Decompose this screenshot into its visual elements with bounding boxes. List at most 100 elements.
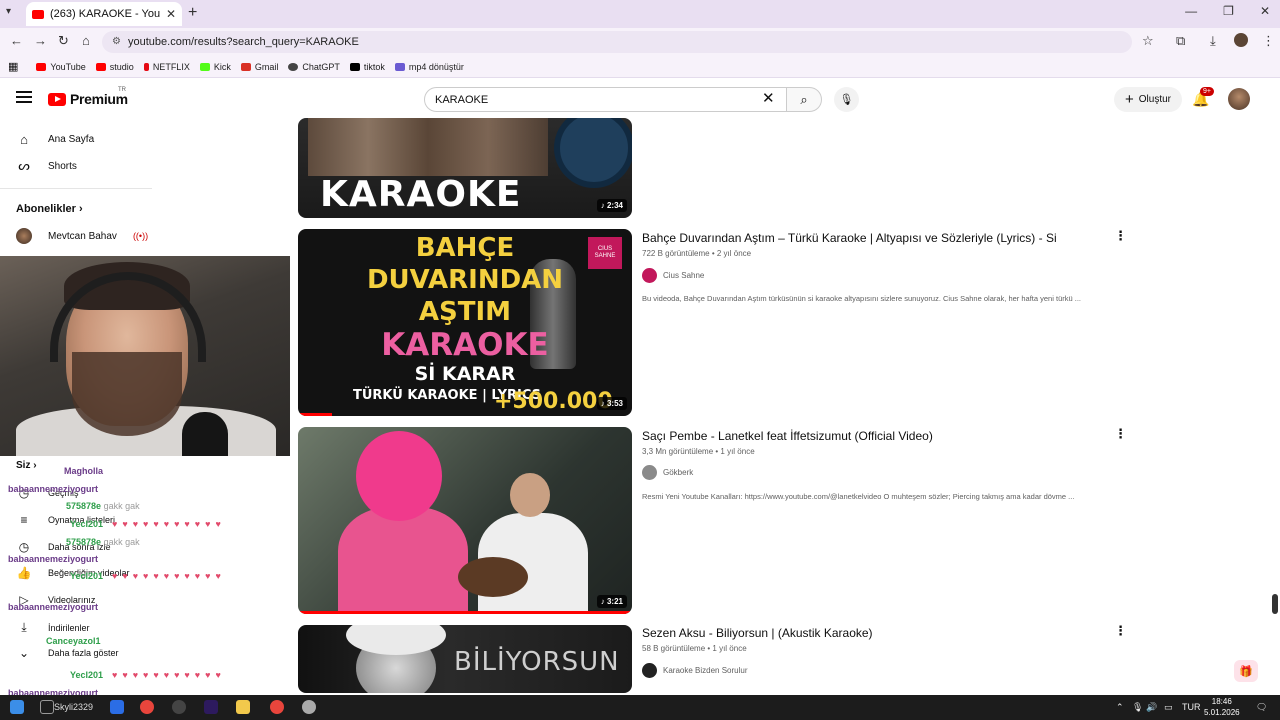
video-description: Resmi Yeni Youtube Kanalları: https://ww… — [642, 492, 1075, 501]
video-menu-icon[interactable]: ⋮ — [1114, 426, 1127, 442]
video-meta: 58 B görüntüleme • 1 yıl önce — [642, 644, 747, 653]
gift-icon[interactable]: 🎁 — [1234, 660, 1258, 682]
video-title[interactable]: Sezen Aksu - Biliyorsun | (Akustik Karao… — [642, 626, 873, 640]
video-meta: 722 B görüntüleme • 2 yıl önce — [642, 249, 752, 258]
video-menu-icon[interactable]: ⋮ — [1114, 228, 1127, 244]
close-tab-icon[interactable]: ✕ — [166, 7, 176, 21]
create-button[interactable]: + Oluştur — [1114, 87, 1182, 112]
chrome-icon[interactable] — [270, 700, 284, 714]
thumbnail-art — [338, 507, 468, 614]
sidebar-item-shorts[interactable]: ᔕ Shorts — [16, 156, 77, 176]
tab-search-icon[interactable]: ▾ — [6, 6, 11, 17]
thumbnail-text: KARAOKE — [381, 327, 549, 363]
youtube-icon — [36, 62, 47, 71]
reload-icon[interactable]: ↻ — [58, 33, 69, 49]
bookmark-kick[interactable]: Kick — [199, 62, 231, 72]
home-browser-icon[interactable]: ⌂ — [82, 33, 90, 48]
youtube-play-icon — [48, 92, 66, 106]
watch-progress — [298, 413, 332, 416]
forward-icon[interactable]: → — [34, 33, 47, 48]
folder-icon[interactable] — [236, 700, 250, 714]
site-info-icon[interactable]: ⚙ — [112, 36, 121, 47]
chrome-icon[interactable] — [140, 700, 154, 714]
sidebar-item-label: Shorts — [48, 160, 77, 172]
chatgpt-icon — [288, 62, 299, 71]
menu-icon[interactable] — [16, 91, 32, 103]
video-thumbnail[interactable]: KARAOKE ♪ 2:34 — [298, 118, 632, 218]
bookmark-star-icon[interactable]: ☆ — [1142, 33, 1154, 49]
browser-tab[interactable]: (263) KARAOKE - YouTube ✕ — [26, 2, 182, 26]
sidebar-item-home[interactable]: ⌂ Ana Sayfa — [16, 129, 94, 149]
search-button[interactable]: ⌕ — [786, 87, 822, 112]
extensions-icon[interactable]: ⧉ — [1176, 33, 1185, 49]
windows-taskbar: Skyli2329 ⌃ 🎙 🔊 ▭ TUR 18:46 5.01.2026 🗨 — [0, 695, 1280, 720]
sidebar-divider — [0, 188, 152, 189]
bookmark-youtube[interactable]: YouTube — [36, 62, 86, 72]
system-clock[interactable]: 18:46 5.01.2026 — [1204, 696, 1240, 718]
apps-grid-icon[interactable]: ▦ — [8, 60, 18, 73]
network-icon[interactable]: ▭ — [1164, 702, 1173, 713]
browser-menu-icon[interactable]: ⋮ — [1262, 33, 1275, 49]
app-icon[interactable] — [302, 700, 316, 714]
chat-message: Yecl201 — [70, 571, 104, 581]
video-title[interactable]: Saçı Pembe - Lanetkel feat İffetsizumut … — [642, 429, 933, 443]
close-window-icon[interactable]: ✕ — [1260, 4, 1270, 18]
tiktok-icon — [349, 62, 360, 71]
bookmark-tiktok[interactable]: tiktok — [349, 62, 385, 72]
bookmark-mp4[interactable]: mp4 dönüştür — [394, 62, 464, 72]
channel-link[interactable]: Karaoke Bizden Sorulur — [642, 663, 748, 678]
channel-avatar — [642, 663, 657, 678]
voice-search-button[interactable]: 🎙 — [834, 87, 859, 112]
video-thumbnail[interactable]: BAHÇE DUVARINDAN AŞTIM KARAOKE Sİ KARAR … — [298, 229, 632, 416]
volume-icon[interactable]: 🔊 — [1146, 702, 1157, 713]
youtube-logo[interactable]: Premium TR — [48, 87, 128, 107]
webcam-beard — [72, 352, 182, 436]
start-icon[interactable] — [10, 700, 24, 714]
address-bar[interactable]: ⚙ youtube.com/results?search_query=KARAO… — [102, 31, 1132, 53]
channel-link[interactable]: Cius Sahne — [642, 268, 704, 283]
restore-icon[interactable]: ❐ — [1223, 4, 1234, 18]
obs-icon[interactable] — [172, 700, 186, 714]
language-indicator[interactable]: TUR — [1182, 702, 1201, 712]
home-icon: ⌂ — [20, 131, 28, 147]
video-title[interactable]: Bahçe Duvarından Aştım – Türkü Karaoke |… — [642, 231, 1057, 245]
video-thumbnail[interactable]: BİLİYORSUN — [298, 625, 632, 693]
account-avatar[interactable] — [1228, 88, 1250, 110]
bookmark-chatgpt[interactable]: ChatGPT — [288, 62, 340, 72]
downloads-icon[interactable]: ⤓ — [1210, 33, 1216, 49]
notifications-button[interactable]: 🔔 9+ — [1192, 87, 1214, 108]
page-scrollbar[interactable] — [1272, 594, 1278, 614]
bookmark-studio[interactable]: studio — [95, 62, 134, 72]
minimize-icon[interactable]: — — [1185, 4, 1197, 18]
sidebar-item-subscription[interactable]: Mevtcan Bahav ((•)) — [16, 226, 148, 246]
video-menu-icon[interactable]: ⋮ — [1114, 623, 1127, 639]
thumbnail-art — [308, 118, 548, 176]
youtube-header: Premium TR KARAOKE ✕ ⌕ 🎙 + Oluştur 🔔 9+ — [0, 80, 1280, 118]
search-icon: ⌕ — [800, 91, 808, 107]
chat-message: Magholla — [64, 466, 104, 476]
video-thumbnail[interactable]: ♪ 3:21 — [298, 427, 632, 614]
app-icon[interactable] — [110, 700, 124, 714]
clear-search-icon[interactable]: ✕ — [762, 91, 775, 106]
notification-badge: 9+ — [1200, 87, 1214, 96]
microphone-tray-icon[interactable]: 🎙 — [1132, 702, 1143, 713]
microphone-icon: 🎙 — [839, 94, 854, 106]
premiere-icon[interactable] — [204, 700, 218, 714]
country-code: TR — [118, 87, 126, 93]
notification-center-icon[interactable]: 🗨 — [1256, 702, 1267, 713]
netflix-icon — [143, 62, 149, 71]
thumbnail-text: +500.000 — [494, 389, 613, 414]
back-icon[interactable]: ← — [10, 33, 23, 48]
new-tab-button[interactable]: + — [188, 4, 197, 22]
bookmark-gmail[interactable]: Gmail — [240, 62, 278, 72]
task-view-icon[interactable] — [40, 700, 54, 714]
webcam-overlay — [0, 256, 290, 456]
channel-link[interactable]: Gökberk — [642, 465, 693, 480]
search-input[interactable]: KARAOKE — [424, 87, 788, 112]
bookmark-netflix[interactable]: NETFLIX — [143, 62, 190, 72]
channel-avatar — [642, 268, 657, 283]
tray-chevron-icon[interactable]: ⌃ — [1116, 702, 1124, 713]
subscriptions-heading[interactable]: Abonelikler › — [16, 203, 83, 215]
stream-chat-overlay: Magholla babaannemeziyogurt 575878e gakk… — [0, 456, 300, 698]
profile-avatar[interactable] — [1234, 33, 1248, 47]
